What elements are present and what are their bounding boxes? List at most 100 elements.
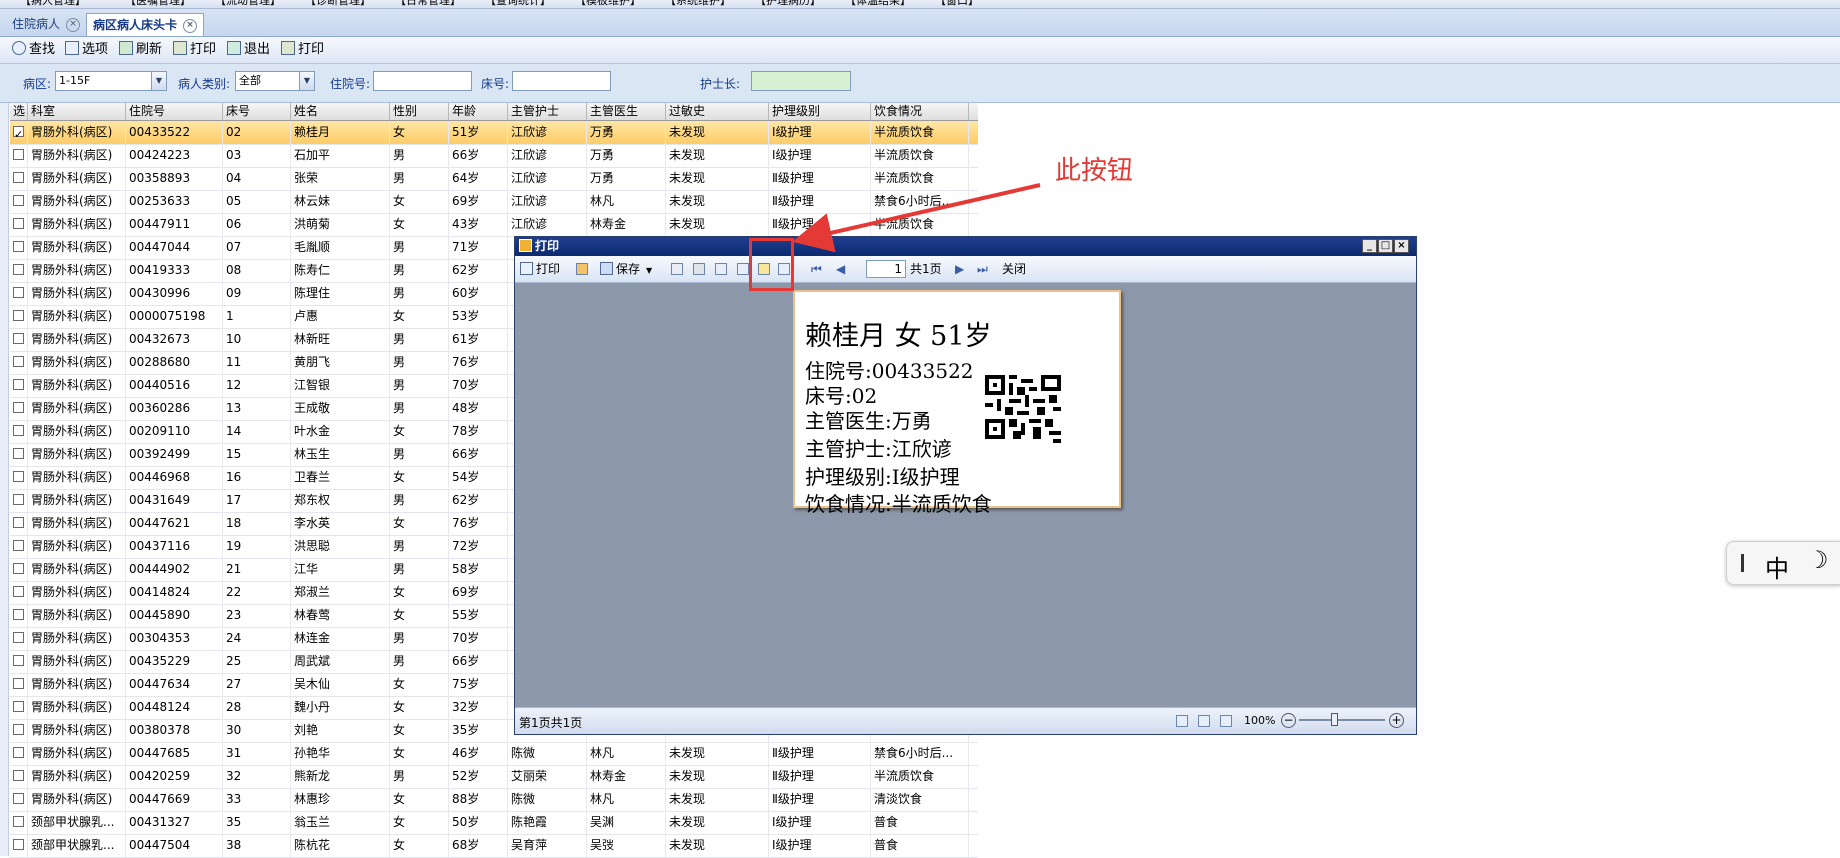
open-folder-icon[interactable]	[576, 263, 588, 275]
close-preview-button[interactable]: 关闭	[1002, 261, 1026, 277]
chevron-down-icon[interactable]: ▼	[299, 72, 314, 90]
exit-button[interactable]: 退出	[227, 41, 270, 59]
close-window-button[interactable]: ×	[1394, 239, 1409, 253]
row-checkbox[interactable]	[13, 816, 24, 827]
half-width-moon-icon[interactable]: ☽	[1807, 546, 1829, 574]
table-row[interactable]: 胃肠外科(病区) 00447685 31 孙艳华女 46岁 陈微 林凡 未发现 Ⅱ级护理 禁食6小…	[10, 742, 978, 766]
menu-item[interactable]: 【流动管理】	[215, 0, 281, 8]
preview-print-button[interactable]: 打印	[520, 261, 560, 277]
menu-item[interactable]: 【诊断管理】	[305, 0, 371, 8]
row-checkbox[interactable]	[13, 356, 24, 367]
close-icon[interactable]: ×	[183, 18, 198, 33]
row-checkbox[interactable]	[13, 310, 24, 321]
ward-select[interactable]: 1-15F ▼	[55, 71, 167, 91]
row-checkbox[interactable]	[13, 218, 24, 229]
patient-type-select[interactable]: 全部 ▼	[235, 71, 315, 91]
menu-item[interactable]: 【体温结果】	[845, 0, 911, 8]
row-checkbox[interactable]	[13, 471, 24, 482]
row-checkbox[interactable]	[13, 540, 24, 551]
row-checkbox[interactable]	[13, 448, 24, 459]
table-row[interactable]: 胃肠外科(病区) 00447911 06 洪萌菊女 43岁 江欣谚 林寿金 未发现 Ⅱ级护理 半流…	[10, 213, 978, 237]
find-button[interactable]: 查找	[12, 41, 55, 59]
zoom-slider-thumb[interactable]	[1331, 713, 1338, 726]
row-checkbox[interactable]	[13, 563, 24, 574]
column-header-bed-no[interactable]: 床号	[223, 103, 291, 120]
maximize-button[interactable]: □	[1378, 239, 1393, 253]
first-page-icon[interactable]: ⏮	[811, 261, 822, 277]
row-checkbox[interactable]	[13, 678, 24, 689]
two-page-view-icon[interactable]	[1198, 715, 1210, 727]
row-checkbox[interactable]	[13, 379, 24, 390]
column-header-sex[interactable]: 性别	[390, 103, 449, 120]
tab-inpatients[interactable]: 住院病人 ×	[6, 13, 86, 35]
row-checkbox[interactable]	[13, 425, 24, 436]
previous-page-icon[interactable]: ◀	[836, 261, 845, 277]
row-checkbox[interactable]	[13, 172, 24, 183]
page-layout-icon[interactable]	[715, 263, 727, 275]
menu-item[interactable]: 【窗口】	[935, 0, 979, 8]
zoom-out-icon[interactable]: −	[1281, 713, 1296, 728]
menu-item[interactable]: 【医嘱管理】	[125, 0, 191, 8]
save-button[interactable]: 保存 ▼	[600, 261, 652, 277]
column-header-doctor[interactable]: 主管医生	[587, 103, 666, 120]
head-nurse-input[interactable]	[751, 71, 851, 91]
row-checkbox[interactable]	[13, 770, 24, 781]
one-page-view-icon[interactable]	[1176, 715, 1188, 727]
column-header-diet[interactable]: 饮食情况	[871, 103, 969, 120]
menu-item[interactable]: 【查询统计】	[485, 0, 551, 8]
row-checkbox[interactable]	[13, 655, 24, 666]
page-number-input[interactable]: 1	[866, 260, 906, 278]
row-checkbox[interactable]	[13, 747, 24, 758]
admission-no-input[interactable]	[373, 71, 472, 91]
table-row[interactable]: 颈部甲状腺乳... 00431327 35 翁玉兰女 50岁 陈艳霞 吴渊 未发现 Ⅰ级护理 普食	[10, 811, 978, 835]
ime-chinese-mode-toggle[interactable]: 中	[1765, 549, 1789, 584]
multi-page-view-icon[interactable]	[1220, 715, 1232, 727]
column-header-age[interactable]: 年龄	[449, 103, 508, 120]
column-header-admission-no[interactable]: 住院号	[126, 103, 223, 120]
menu-item[interactable]: 【日常管理】	[395, 0, 461, 8]
row-checkbox[interactable]	[13, 264, 24, 275]
ime-toolbar[interactable]: 中 ☽	[1726, 541, 1840, 585]
ime-drag-handle[interactable]	[1741, 554, 1744, 572]
window-title-bar[interactable]: 打印 _ □ ×	[515, 237, 1416, 256]
email-icon[interactable]	[671, 263, 683, 275]
column-header-nursing-level[interactable]: 护理级别	[769, 103, 871, 120]
row-checkbox[interactable]	[13, 123, 24, 144]
column-header-name[interactable]: 姓名	[291, 103, 390, 120]
row-checkbox[interactable]	[13, 839, 24, 850]
column-header-select[interactable]: 选	[10, 103, 28, 120]
minimize-button[interactable]: _	[1362, 239, 1377, 253]
print-card-button[interactable]: 打印	[281, 41, 324, 59]
menu-item[interactable]: 【系统维护】	[665, 0, 731, 8]
chevron-down-icon[interactable]: ▼	[151, 72, 166, 90]
menu-item[interactable]: 【护理病历】	[755, 0, 821, 8]
bed-no-input[interactable]	[512, 71, 611, 91]
find-binoculars-icon[interactable]	[693, 263, 705, 275]
zoom-in-icon[interactable]: +	[1389, 713, 1404, 728]
row-checkbox[interactable]	[13, 701, 24, 712]
row-checkbox[interactable]	[13, 517, 24, 528]
table-row[interactable]: 胃肠外科(病区) 00424223 03 石加平男 66岁 江欣谚 万勇 未发现 Ⅰ级护理 半流质…	[10, 144, 978, 168]
row-checkbox[interactable]	[13, 287, 24, 298]
refresh-button[interactable]: 刷新	[119, 41, 162, 59]
table-row[interactable]: 胃肠外科(病区) 00253633 05 林云妹女 69岁 江欣谚 林凡 未发现 Ⅱ级护理 禁食6…	[10, 190, 978, 214]
table-row[interactable]: 胃肠外科(病区) 00420259 32 熊新龙男 52岁 艾丽荣 林寿金 未发现 Ⅱ级护理 半流…	[10, 765, 978, 789]
row-checkbox[interactable]	[13, 333, 24, 344]
row-checkbox[interactable]	[13, 195, 24, 206]
menu-item[interactable]: 【模板维护】	[575, 0, 641, 8]
row-checkbox[interactable]	[13, 241, 24, 252]
row-checkbox[interactable]	[13, 149, 24, 160]
row-checkbox[interactable]	[13, 586, 24, 597]
print-button[interactable]: 打印	[173, 41, 216, 59]
table-row[interactable]: 颈部甲状腺乳... 00447504 38 陈杭花女 68岁 吴育萍 吴弢 未发现 Ⅰ级护理 普食	[10, 834, 978, 858]
table-row[interactable]: 胃肠外科(病区)0043352202赖桂月女51岁江欣谚万勇未发现Ⅰ级护理半流质…	[10, 121, 978, 145]
page-setup-icon[interactable]	[737, 263, 749, 275]
table-row[interactable]: 胃肠外科(病区) 00447669 33 林惠珍女 88岁 陈微 林凡 未发现 Ⅱ级护理 清淡饮食	[10, 788, 978, 812]
column-header-nurse[interactable]: 主管护士	[508, 103, 587, 120]
zoom-slider[interactable]	[1299, 719, 1385, 721]
row-checkbox[interactable]	[13, 632, 24, 643]
tab-bedside-cards[interactable]: 病区病人床头卡 ×	[86, 13, 205, 36]
last-page-icon[interactable]: ⏭	[977, 261, 988, 277]
close-icon[interactable]: ×	[66, 17, 81, 32]
options-button[interactable]: 选项	[65, 41, 108, 59]
